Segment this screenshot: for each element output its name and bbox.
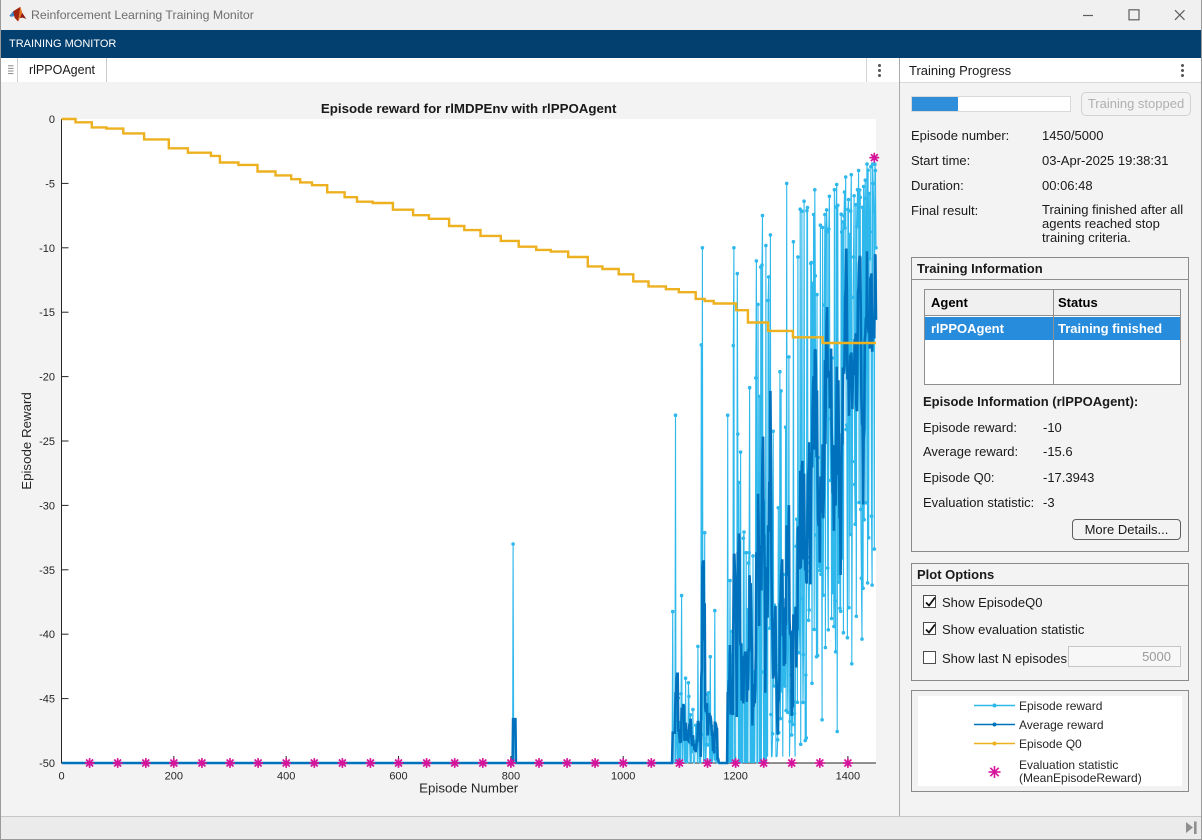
svg-text:-45: -45 xyxy=(39,694,55,706)
svg-text:-40: -40 xyxy=(39,629,55,641)
svg-text:200: 200 xyxy=(165,771,183,783)
svg-text:Episode Number: Episode Number xyxy=(419,781,519,796)
svg-text:-10: -10 xyxy=(39,243,55,255)
svg-text:600: 600 xyxy=(389,771,407,783)
svg-text:Episode reward for rlMDPEnv wi: Episode reward for rlMDPEnv with rlPPOAg… xyxy=(321,101,617,116)
svg-text:-30: -30 xyxy=(39,500,55,512)
svg-text:Episode Reward: Episode Reward xyxy=(19,392,34,490)
svg-text:-25: -25 xyxy=(39,436,55,448)
svg-text:1000: 1000 xyxy=(611,771,635,783)
svg-text:-50: -50 xyxy=(39,758,55,770)
svg-text:-5: -5 xyxy=(45,178,55,190)
svg-text:-20: -20 xyxy=(39,372,55,384)
svg-text:0: 0 xyxy=(49,114,55,126)
svg-text:1200: 1200 xyxy=(723,771,747,783)
svg-text:-15: -15 xyxy=(39,307,55,319)
svg-text:-35: -35 xyxy=(39,565,55,577)
svg-text:0: 0 xyxy=(58,771,64,783)
svg-text:400: 400 xyxy=(277,771,295,783)
svg-text:1400: 1400 xyxy=(836,771,860,783)
